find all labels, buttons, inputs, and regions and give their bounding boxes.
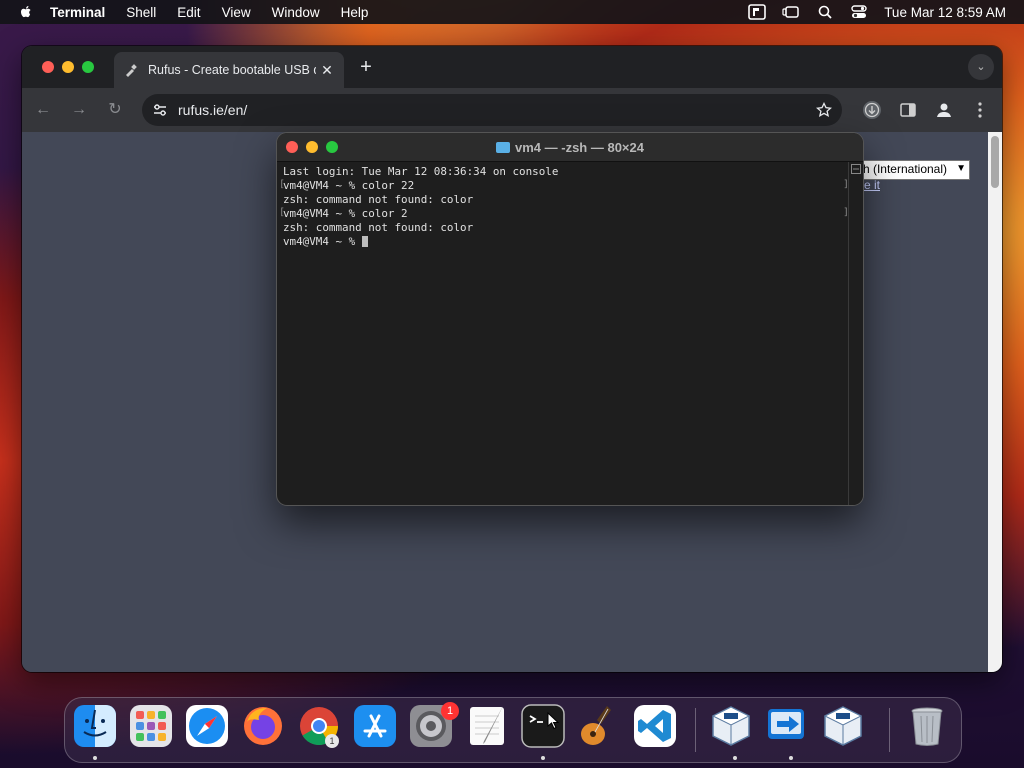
firefox-icon[interactable] bbox=[241, 704, 285, 748]
launchpad-icon[interactable] bbox=[129, 704, 173, 748]
url-text: rufus.ie/en/ bbox=[178, 102, 248, 118]
terminal-line: vm4@VM4 ~ % color 2 bbox=[283, 207, 408, 220]
garageband-icon[interactable] bbox=[577, 704, 621, 748]
new-tab-button[interactable]: + bbox=[356, 57, 376, 78]
running-indicator bbox=[789, 756, 793, 760]
mark-bracket: [ bbox=[279, 179, 286, 190]
terminal-window: vm4 — -zsh — 80×24 Last login: Tue Mar 1… bbox=[277, 133, 863, 505]
mark-bracket: [ bbox=[279, 207, 286, 218]
tab-rufus[interactable]: Rufus - Create bootable USB drives the e… bbox=[114, 52, 344, 88]
terminal-title-text: vm4 — -zsh — 80×24 bbox=[515, 140, 644, 155]
menu-window[interactable]: Window bbox=[272, 5, 320, 20]
settings-notification-badge: 1 bbox=[441, 702, 459, 720]
side-panel-icon[interactable] bbox=[898, 100, 918, 120]
textedit-icon[interactable] bbox=[465, 704, 509, 748]
menu-view[interactable]: View bbox=[222, 5, 251, 20]
forward-arrow-icon[interactable]: → bbox=[70, 101, 88, 119]
terminal-title-bar[interactable]: vm4 — -zsh — 80×24 bbox=[277, 133, 863, 162]
folder-icon bbox=[496, 142, 510, 153]
mouse-pointer-icon bbox=[547, 712, 560, 730]
search-icon[interactable] bbox=[816, 4, 834, 20]
help-link[interactable]: Like it? bbox=[864, 178, 880, 192]
usb-favicon-icon bbox=[126, 64, 137, 77]
menu-clock[interactable]: Tue Mar 12 8:59 AM bbox=[884, 5, 1006, 20]
tab-close-icon[interactable]: ✕ bbox=[320, 63, 334, 77]
page-scrollbar-thumb[interactable] bbox=[991, 136, 999, 188]
finder-icon[interactable] bbox=[73, 704, 117, 748]
terminal-line: Last login: Tue Mar 12 08:36:34 on conso… bbox=[283, 165, 559, 178]
dock-separator bbox=[889, 708, 890, 752]
browser-zoom-button[interactable] bbox=[82, 61, 94, 73]
reload-icon[interactable]: ↻ bbox=[106, 101, 124, 119]
apple-icon[interactable] bbox=[18, 4, 34, 20]
profile-icon[interactable] bbox=[934, 100, 954, 120]
menu-app-name[interactable]: Terminal bbox=[50, 5, 105, 20]
page-scrollbar[interactable] bbox=[988, 132, 1002, 672]
language-select[interactable]: English (International) ▼ bbox=[860, 160, 970, 180]
terminal-scrollbar[interactable] bbox=[848, 162, 863, 505]
running-indicator bbox=[93, 756, 97, 760]
screen-sharing-icon[interactable] bbox=[748, 4, 766, 20]
terminal-line: zsh: command not found: color bbox=[283, 221, 474, 234]
tab-title: Rufus - Create bootable USB drives the e… bbox=[148, 63, 316, 77]
tab-search-chevron-icon[interactable]: ⌄ bbox=[968, 54, 994, 80]
menu-edit[interactable]: Edit bbox=[177, 5, 200, 20]
download-icon[interactable] bbox=[862, 100, 882, 120]
tab-bar: Rufus - Create bootable USB drives the e… bbox=[22, 46, 1002, 88]
terminal-line: zsh: command not found: color bbox=[283, 193, 474, 206]
address-bar[interactable]: rufus.ie/en/ bbox=[142, 94, 842, 126]
app-store-icon[interactable] bbox=[353, 704, 397, 748]
vscode-icon[interactable] bbox=[633, 704, 677, 748]
site-settings-icon[interactable] bbox=[152, 102, 168, 118]
safari-icon[interactable] bbox=[185, 704, 229, 748]
text-cursor bbox=[361, 236, 368, 247]
terminal-title: vm4 — -zsh — 80×24 bbox=[277, 140, 863, 155]
migration-assistant-icon[interactable] bbox=[765, 704, 809, 748]
scroll-marker-icon bbox=[851, 164, 861, 174]
virtualbox-icon[interactable] bbox=[821, 704, 865, 748]
dock: 1 1 bbox=[64, 697, 962, 763]
browser-menu-icon[interactable] bbox=[970, 100, 990, 120]
language-select-value: English (International) bbox=[861, 162, 947, 176]
terminal-line: vm4@VM4 ~ % color 22 bbox=[283, 179, 415, 192]
virtualbox-icon[interactable] bbox=[709, 704, 753, 748]
browser-close-button[interactable] bbox=[42, 61, 54, 73]
stage-manager-icon[interactable] bbox=[782, 4, 800, 20]
chevron-down-icon: ▼ bbox=[956, 163, 966, 174]
menu-shell[interactable]: Shell bbox=[126, 5, 156, 20]
running-indicator bbox=[541, 756, 545, 760]
bookmark-star-icon[interactable] bbox=[816, 102, 832, 118]
browser-traffic-lights bbox=[42, 61, 94, 73]
back-arrow-icon[interactable]: ← bbox=[34, 101, 52, 119]
dock-separator bbox=[695, 708, 696, 752]
browser-minimize-button[interactable] bbox=[62, 61, 74, 73]
menu-bar: Terminal Shell Edit View Window Help Tue… bbox=[0, 0, 1024, 24]
terminal-output[interactable]: Last login: Tue Mar 12 08:36:34 on conso… bbox=[283, 165, 839, 495]
running-indicator bbox=[733, 756, 737, 760]
terminal-prompt: vm4@VM4 ~ % bbox=[283, 235, 362, 248]
menu-help[interactable]: Help bbox=[341, 5, 369, 20]
browser-toolbar: ← → ↻ rufus.ie/en/ bbox=[22, 88, 1002, 132]
control-center-icon[interactable] bbox=[850, 4, 868, 20]
trash-icon[interactable] bbox=[905, 704, 949, 748]
chrome-download-badge: 1 bbox=[325, 734, 339, 748]
